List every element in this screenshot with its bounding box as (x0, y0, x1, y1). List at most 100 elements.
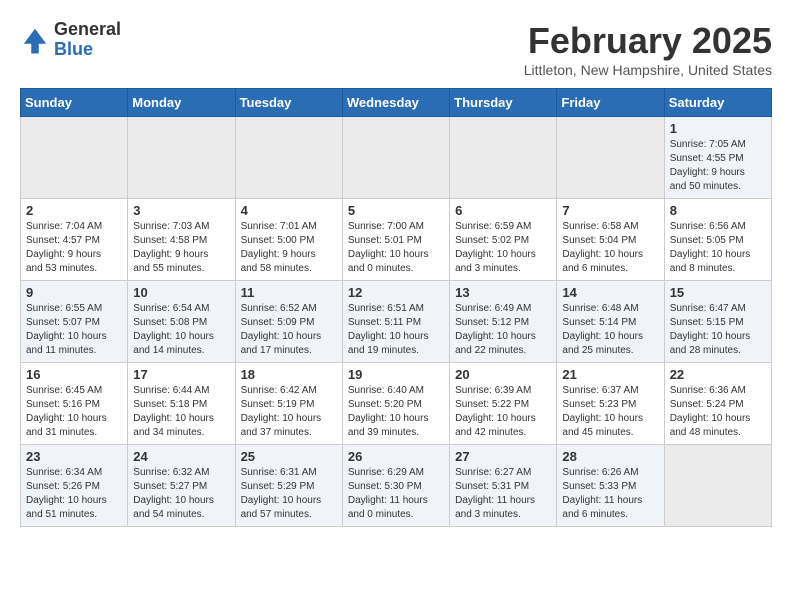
day-info: Sunrise: 6:45 AM Sunset: 5:16 PM Dayligh… (26, 384, 122, 440)
day-number: 2 (26, 203, 122, 218)
calendar-week-row: 1 Sunrise: 7:05 AM Sunset: 4:55 PM Daylig… (21, 117, 772, 199)
month-title: February 2025 (524, 20, 772, 62)
day-number: 28 (562, 449, 658, 464)
calendar-cell: 25 Sunrise: 6:31 AM Sunset: 5:29 PM Dayli… (235, 445, 342, 527)
calendar-cell: 22Sunrise: 6:36 AM Sunset: 5:24 PM Dayli… (664, 363, 771, 445)
weekday-header-thursday: Thursday (450, 89, 557, 117)
day-number: 21 (562, 367, 658, 382)
calendar-cell (235, 117, 342, 199)
day-number: 6 (455, 203, 551, 218)
page-header: General Blue February 2025 Littleton, Ne… (20, 20, 772, 78)
day-info: Sunrise: 6:37 AM Sunset: 5:23 PM Dayligh… (562, 384, 658, 440)
calendar-cell: 1 Sunrise: 7:05 AM Sunset: 4:55 PM Daylig… (664, 117, 771, 199)
calendar-cell (664, 445, 771, 527)
day-number: 11 (241, 285, 337, 300)
day-number: 17 (133, 367, 229, 382)
day-number: 10 (133, 285, 229, 300)
calendar-cell (128, 117, 235, 199)
calendar-cell: 3 Sunrise: 7:03 AM Sunset: 4:58 PM Daylig… (128, 199, 235, 281)
day-number: 19 (348, 367, 444, 382)
logo: General Blue (20, 20, 121, 60)
calendar-cell: 21 Sunrise: 6:37 AM Sunset: 5:23 PM Dayli… (557, 363, 664, 445)
calendar-cell: 14Sunrise: 6:48 AM Sunset: 5:14 PM Dayli… (557, 281, 664, 363)
day-info: Sunrise: 6:26 AM Sunset: 5:33 PM Dayligh… (562, 466, 658, 522)
day-info: Sunrise: 6:42 AM Sunset: 5:19 PM Dayligh… (241, 384, 337, 440)
day-info: Sunrise: 6:34 AM Sunset: 5:26 PM Dayligh… (26, 466, 122, 522)
day-number: 24 (133, 449, 229, 464)
day-number: 9 (26, 285, 122, 300)
day-info: Sunrise: 7:05 AM Sunset: 4:55 PM Dayligh… (670, 138, 766, 194)
calendar-cell (342, 117, 449, 199)
weekday-header-row: SundayMondayTuesdayWednesdayThursdayFrid… (21, 89, 772, 117)
calendar-cell: 20Sunrise: 6:39 AM Sunset: 5:22 PM Dayli… (450, 363, 557, 445)
day-info: Sunrise: 6:27 AM Sunset: 5:31 PM Dayligh… (455, 466, 551, 522)
title-area: February 2025 Littleton, New Hampshire, … (524, 20, 772, 78)
logo-icon (20, 25, 50, 55)
day-info: Sunrise: 6:51 AM Sunset: 5:11 PM Dayligh… (348, 302, 444, 358)
calendar-cell: 24 Sunrise: 6:32 AM Sunset: 5:27 PM Dayli… (128, 445, 235, 527)
day-number: 1 (670, 121, 766, 136)
calendar-cell: 10 Sunrise: 6:54 AM Sunset: 5:08 PM Dayli… (128, 281, 235, 363)
calendar-week-row: 2Sunrise: 7:04 AM Sunset: 4:57 PM Daylig… (21, 199, 772, 281)
day-number: 15 (670, 285, 766, 300)
calendar-cell (21, 117, 128, 199)
day-number: 16 (26, 367, 122, 382)
calendar-cell: 11 Sunrise: 6:52 AM Sunset: 5:09 PM Dayli… (235, 281, 342, 363)
calendar-cell: 9 Sunrise: 6:55 AM Sunset: 5:07 PM Daylig… (21, 281, 128, 363)
logo-blue-text: Blue (54, 40, 121, 60)
weekday-header-saturday: Saturday (664, 89, 771, 117)
weekday-header-monday: Monday (128, 89, 235, 117)
day-number: 22 (670, 367, 766, 382)
calendar-cell: 2Sunrise: 7:04 AM Sunset: 4:57 PM Daylig… (21, 199, 128, 281)
day-info: Sunrise: 6:40 AM Sunset: 5:20 PM Dayligh… (348, 384, 444, 440)
day-info: Sunrise: 6:52 AM Sunset: 5:09 PM Dayligh… (241, 302, 337, 358)
day-number: 7 (562, 203, 658, 218)
day-info: Sunrise: 6:29 AM Sunset: 5:30 PM Dayligh… (348, 466, 444, 522)
calendar-cell: 27 Sunrise: 6:27 AM Sunset: 5:31 PM Dayli… (450, 445, 557, 527)
day-number: 18 (241, 367, 337, 382)
weekday-header-tuesday: Tuesday (235, 89, 342, 117)
calendar-cell: 8 Sunrise: 6:56 AM Sunset: 5:05 PM Daylig… (664, 199, 771, 281)
calendar-week-row: 23 Sunrise: 6:34 AM Sunset: 5:26 PM Dayli… (21, 445, 772, 527)
day-info: Sunrise: 6:55 AM Sunset: 5:07 PM Dayligh… (26, 302, 122, 358)
calendar-table: SundayMondayTuesdayWednesdayThursdayFrid… (20, 88, 772, 527)
day-info: Sunrise: 7:03 AM Sunset: 4:58 PM Dayligh… (133, 220, 229, 276)
day-number: 27 (455, 449, 551, 464)
day-info: Sunrise: 6:31 AM Sunset: 5:29 PM Dayligh… (241, 466, 337, 522)
weekday-header-wednesday: Wednesday (342, 89, 449, 117)
calendar-cell (557, 117, 664, 199)
calendar-cell: 13 Sunrise: 6:49 AM Sunset: 5:12 PM Dayli… (450, 281, 557, 363)
calendar-cell: 4Sunrise: 7:01 AM Sunset: 5:00 PM Daylig… (235, 199, 342, 281)
day-number: 23 (26, 449, 122, 464)
weekday-header-sunday: Sunday (21, 89, 128, 117)
day-info: Sunrise: 6:32 AM Sunset: 5:27 PM Dayligh… (133, 466, 229, 522)
calendar-cell: 16 Sunrise: 6:45 AM Sunset: 5:16 PM Dayli… (21, 363, 128, 445)
day-number: 26 (348, 449, 444, 464)
day-info: Sunrise: 6:47 AM Sunset: 5:15 PM Dayligh… (670, 302, 766, 358)
day-number: 4 (241, 203, 337, 218)
calendar-cell: 15 Sunrise: 6:47 AM Sunset: 5:15 PM Dayli… (664, 281, 771, 363)
day-info: Sunrise: 6:59 AM Sunset: 5:02 PM Dayligh… (455, 220, 551, 276)
day-info: Sunrise: 6:58 AM Sunset: 5:04 PM Dayligh… (562, 220, 658, 276)
day-info: Sunrise: 6:54 AM Sunset: 5:08 PM Dayligh… (133, 302, 229, 358)
calendar-week-row: 16 Sunrise: 6:45 AM Sunset: 5:16 PM Dayli… (21, 363, 772, 445)
calendar-cell: 12Sunrise: 6:51 AM Sunset: 5:11 PM Dayli… (342, 281, 449, 363)
calendar-cell: 19 Sunrise: 6:40 AM Sunset: 5:20 PM Dayli… (342, 363, 449, 445)
day-number: 14 (562, 285, 658, 300)
day-info: Sunrise: 6:44 AM Sunset: 5:18 PM Dayligh… (133, 384, 229, 440)
day-number: 5 (348, 203, 444, 218)
day-number: 8 (670, 203, 766, 218)
calendar-cell (450, 117, 557, 199)
day-number: 3 (133, 203, 229, 218)
day-info: Sunrise: 6:56 AM Sunset: 5:05 PM Dayligh… (670, 220, 766, 276)
weekday-header-friday: Friday (557, 89, 664, 117)
calendar-cell: 23 Sunrise: 6:34 AM Sunset: 5:26 PM Dayli… (21, 445, 128, 527)
day-number: 13 (455, 285, 551, 300)
day-number: 25 (241, 449, 337, 464)
logo-general-text: General (54, 20, 121, 40)
calendar-cell: 7 Sunrise: 6:58 AM Sunset: 5:04 PM Daylig… (557, 199, 664, 281)
calendar-week-row: 9 Sunrise: 6:55 AM Sunset: 5:07 PM Daylig… (21, 281, 772, 363)
day-info: Sunrise: 6:49 AM Sunset: 5:12 PM Dayligh… (455, 302, 551, 358)
calendar-cell: 5 Sunrise: 7:00 AM Sunset: 5:01 PM Daylig… (342, 199, 449, 281)
day-info: Sunrise: 7:00 AM Sunset: 5:01 PM Dayligh… (348, 220, 444, 276)
